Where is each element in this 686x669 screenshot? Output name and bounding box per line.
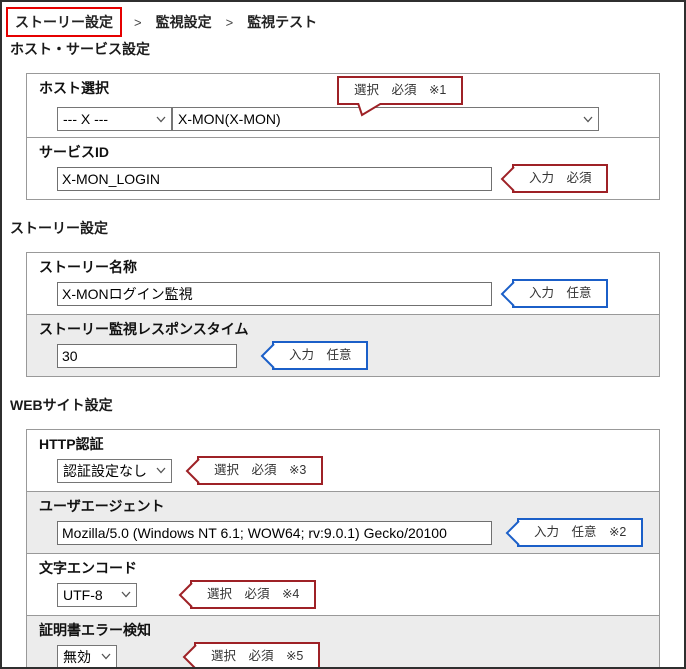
charset-controls: UTF-8 選択 必須 ※4	[57, 580, 649, 609]
host-service-table: ホスト選択 選択 必須 ※1 --- X --- X-MON(X-MON) サー…	[26, 73, 660, 200]
service-id-required-callout: 入力 必須	[512, 164, 608, 193]
chevron-down-icon	[156, 467, 166, 474]
host-group-select-value: --- X ---	[63, 111, 108, 127]
callout-tail-down-icon	[355, 103, 385, 117]
cert-error-controls: 無効 選択 必須 ※5	[57, 642, 649, 669]
http-auth-select[interactable]: 認証設定なし	[57, 459, 172, 483]
section-title-website: WEBサイト設定	[10, 395, 684, 415]
cert-error-select[interactable]: 無効	[57, 645, 117, 669]
callout-tail-left-icon	[181, 643, 197, 669]
callout-tail-left-icon	[499, 280, 515, 308]
service-id-input[interactable]	[57, 167, 492, 191]
host-select-row: ホスト選択 選択 必須 ※1 --- X --- X-MON(X-MON)	[27, 74, 659, 137]
breadcrumb-item-monitor-test[interactable]: 監視テスト	[245, 9, 319, 35]
user-agent-controls: 入力 任意 ※2	[57, 518, 649, 547]
user-agent-label: ユーザエージェント	[39, 498, 649, 515]
callout-tail-left-icon	[184, 457, 200, 485]
story-name-row: ストーリー名称 入力 任意	[27, 253, 659, 314]
section-title-host-service: ホスト・サービス設定	[10, 39, 684, 59]
story-response-time-input[interactable]	[57, 344, 237, 368]
callout-tail-left-icon	[504, 519, 520, 547]
breadcrumb-item-monitor-settings[interactable]: 監視設定	[154, 9, 214, 35]
service-id-label: サービスID	[39, 144, 649, 161]
host-select-controls: --- X --- X-MON(X-MON)	[57, 107, 649, 131]
section-title-story: ストーリー設定	[10, 218, 684, 238]
callout-text: 選択 必須 ※5	[211, 649, 303, 663]
callout-text: 選択 必須 ※1	[354, 83, 446, 97]
http-auth-controls: 認証設定なし 選択 必須 ※3	[57, 456, 649, 485]
website-settings-table: HTTP認証 認証設定なし 選択 必須 ※3 ユーザエージェント	[26, 429, 660, 669]
story-name-label: ストーリー名称	[39, 259, 649, 276]
callout-tail-left-icon	[499, 165, 515, 193]
chevron-down-icon	[156, 116, 166, 123]
callout-text: 入力 必須	[529, 171, 591, 185]
callout-text: 入力 任意	[529, 286, 591, 300]
breadcrumb-separator: >	[134, 15, 142, 30]
breadcrumb-separator: >	[226, 15, 234, 30]
breadcrumb: ストーリー設定 > 監視設定 > 監視テスト	[2, 2, 684, 37]
breadcrumb-item-story-settings[interactable]: ストーリー設定	[6, 7, 122, 37]
user-agent-row: ユーザエージェント 入力 任意 ※2	[27, 491, 659, 553]
story-name-controls: 入力 任意	[57, 279, 649, 308]
callout-text: 選択 必須 ※3	[214, 463, 306, 477]
story-settings-table: ストーリー名称 入力 任意 ストーリー監視レスポンスタイム	[26, 252, 660, 377]
http-auth-row: HTTP認証 認証設定なし 選択 必須 ※3	[27, 430, 659, 491]
chevron-down-icon	[583, 116, 593, 123]
service-id-controls: 入力 必須	[57, 164, 649, 193]
host-group-select[interactable]: --- X ---	[57, 107, 172, 131]
user-agent-optional-callout: 入力 任意 ※2	[517, 518, 643, 547]
host-select-required-callout: 選択 必須 ※1	[337, 76, 463, 105]
callout-text: 入力 任意	[289, 348, 351, 362]
cert-error-row: 証明書エラー検知 無効 選択 必須 ※5	[27, 615, 659, 669]
callout-tail-left-icon	[177, 581, 193, 609]
http-auth-select-value: 認証設定なし	[63, 461, 147, 481]
charset-required-callout: 選択 必須 ※4	[190, 580, 316, 609]
callout-text: 選択 必須 ※4	[207, 587, 299, 601]
story-name-optional-callout: 入力 任意	[512, 279, 608, 308]
cert-error-label: 証明書エラー検知	[39, 622, 649, 639]
story-name-input[interactable]	[57, 282, 492, 306]
story-response-time-optional-callout: 入力 任意	[272, 341, 368, 370]
story-response-time-row: ストーリー監視レスポンスタイム 入力 任意	[27, 314, 659, 376]
user-agent-input[interactable]	[57, 521, 492, 545]
callout-text: 入力 任意 ※2	[534, 525, 626, 539]
host-select-value: X-MON(X-MON)	[178, 111, 281, 127]
page: ストーリー設定 > 監視設定 > 監視テスト ホスト・サービス設定 ホスト選択 …	[0, 0, 686, 669]
cert-error-select-value: 無効	[63, 647, 91, 667]
cert-error-required-callout: 選択 必須 ※5	[194, 642, 320, 669]
http-auth-label: HTTP認証	[39, 436, 649, 453]
charset-select[interactable]: UTF-8	[57, 583, 137, 607]
http-auth-required-callout: 選択 必須 ※3	[197, 456, 323, 485]
chevron-down-icon	[101, 653, 111, 660]
service-id-row: サービスID 入力 必須	[27, 137, 659, 199]
charset-label: 文字エンコード	[39, 560, 649, 577]
host-select[interactable]: X-MON(X-MON)	[172, 107, 599, 131]
chevron-down-icon	[121, 591, 131, 598]
charset-select-value: UTF-8	[63, 587, 103, 603]
charset-row: 文字エンコード UTF-8 選択 必須 ※4	[27, 553, 659, 615]
story-response-time-label: ストーリー監視レスポンスタイム	[39, 321, 649, 338]
story-response-time-controls: 入力 任意	[57, 341, 649, 370]
callout-tail-left-icon	[259, 342, 275, 370]
